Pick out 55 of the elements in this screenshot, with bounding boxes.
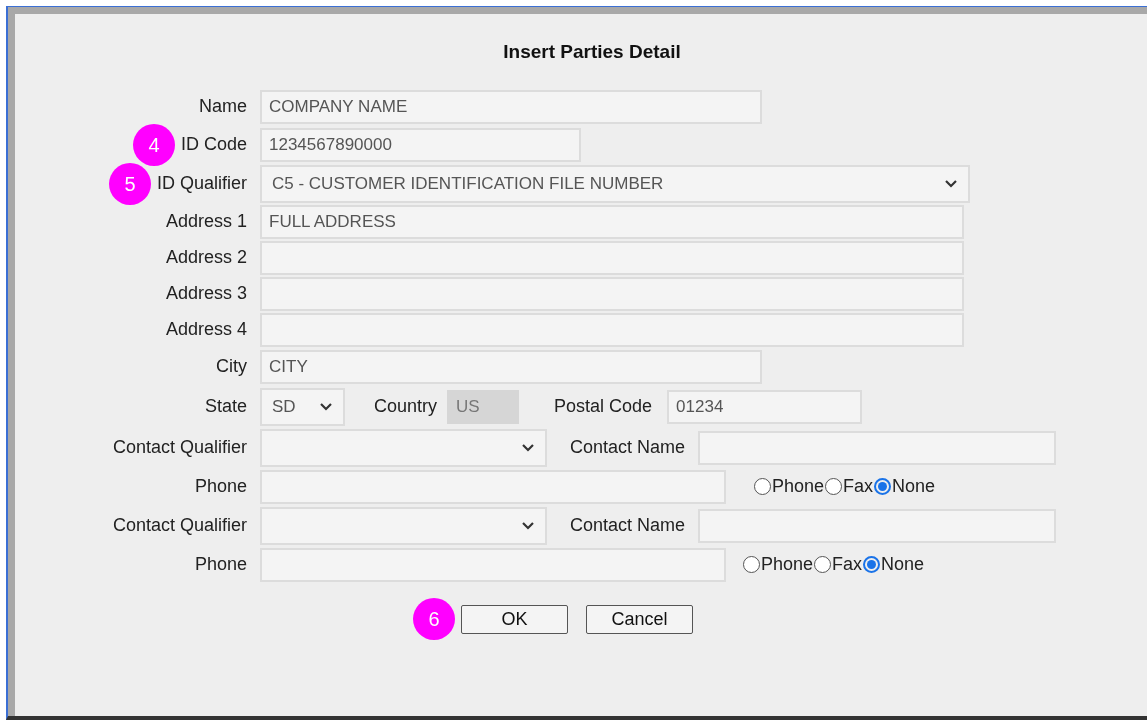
text-field[interactable] <box>260 276 964 311</box>
dropdown-select[interactable]: C5 - CUSTOMER IDENTIFICATION FILE NUMBER <box>260 164 970 203</box>
dialog-button[interactable]: Cancel <box>586 604 693 634</box>
step-number-badge: 6 <box>413 598 455 640</box>
field-label: Address 2 <box>165 247 247 267</box>
text-field[interactable] <box>260 469 726 504</box>
field-label: Address 4 <box>165 319 247 339</box>
field-label: State <box>204 396 247 416</box>
step-number-badge: 4 <box>132 123 175 166</box>
radio-button[interactable] <box>814 556 832 573</box>
dialog-title: Insert Parties Detail <box>503 40 681 64</box>
text-field[interactable]: 1234567890000 <box>260 127 581 162</box>
radio-label: None <box>892 475 936 498</box>
text-field[interactable] <box>260 240 964 275</box>
field-label: Address 1 <box>165 211 247 231</box>
radio-label: Fax <box>843 475 874 498</box>
chevron-down-icon <box>319 401 333 412</box>
field-label: Contact Name <box>570 514 686 537</box>
step-number-badge: 5 <box>108 162 151 205</box>
field-label: Name <box>199 96 247 116</box>
dropdown-select[interactable] <box>260 506 547 545</box>
text-field[interactable] <box>260 312 964 347</box>
chevron-down-icon <box>521 520 535 531</box>
dialog-button[interactable]: OK <box>461 604 568 634</box>
chevron-down-icon <box>944 178 958 189</box>
field-label: Address 3 <box>165 283 247 303</box>
field-label: City <box>216 356 247 376</box>
text-field[interactable] <box>698 508 1057 543</box>
text-field[interactable] <box>698 430 1057 465</box>
field-label: Contact Name <box>570 436 686 459</box>
field-label: Phone <box>194 554 247 574</box>
radio-button[interactable] <box>825 478 843 495</box>
text-field[interactable]: FULL ADDRESS <box>260 204 964 239</box>
dropdown-select[interactable]: SD <box>260 387 345 426</box>
radio-button[interactable] <box>743 556 760 573</box>
radio-button[interactable] <box>754 478 771 495</box>
field-label: Phone <box>194 476 247 496</box>
radio-label: Phone <box>761 553 814 576</box>
text-field[interactable] <box>260 547 726 582</box>
radio-label: Phone <box>772 475 825 498</box>
field-label: Postal Code <box>554 395 653 418</box>
radio-button[interactable] <box>863 556 881 573</box>
chevron-down-icon <box>521 442 535 453</box>
field-label: ID Code <box>180 134 247 154</box>
field-label: Country <box>374 395 438 418</box>
text-field[interactable]: 01234 <box>667 389 863 424</box>
radio-button[interactable] <box>874 478 892 495</box>
field-label: ID Qualifier <box>156 173 247 193</box>
text-field[interactable]: COMPANY NAME <box>260 89 762 124</box>
text-field[interactable]: CITY <box>260 349 762 384</box>
radio-label: None <box>881 553 925 576</box>
dropdown-select[interactable] <box>260 428 547 467</box>
radio-label: Fax <box>832 553 863 576</box>
field-label: Contact Qualifier <box>112 437 247 457</box>
field-label: Contact Qualifier <box>112 515 247 535</box>
